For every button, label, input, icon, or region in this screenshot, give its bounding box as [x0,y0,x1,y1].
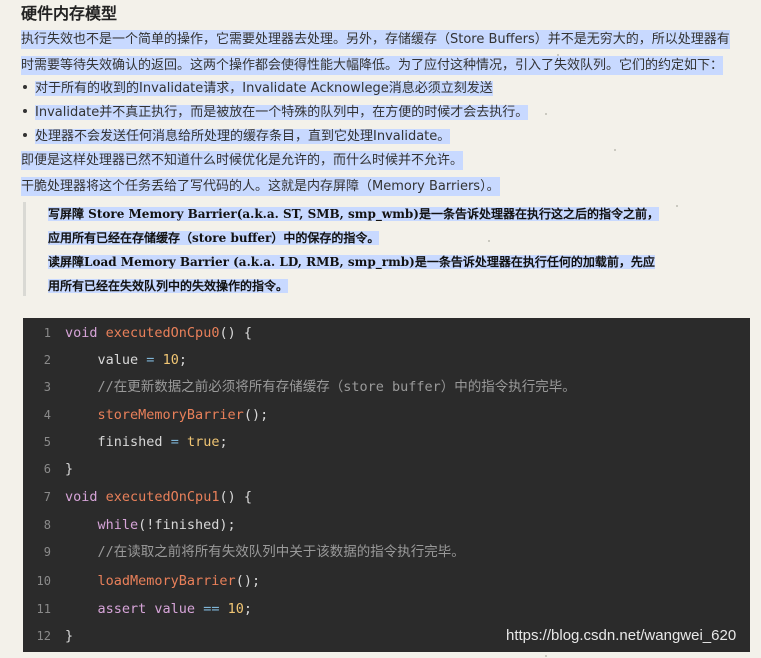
paragraph-line: 即便是这样处理器已然不知道什么时候优化是允许的，而什么时候并不允许。 [21,151,464,170]
quote-line: 用所有已经在失效队列中的失效操作的指令。 [48,279,289,293]
watermark: https://blog.csdn.net/wangwei_620 [506,627,737,644]
speck [545,113,547,115]
line-number: 6 [43,462,51,476]
code-line: 11 assert value == 10; [23,596,750,623]
code-block[interactable]: 1 void executedOnCpu0() { 2 value = 10; … [23,318,750,652]
bullet-dot [23,133,27,137]
line-number: 5 [43,435,51,449]
list-item: Invalidate并不真正执行，而是被放在一个特殊的队列中，在方便的时候才会去… [21,102,529,124]
line-number: 3 [43,380,51,394]
list-item: 处理器不会发送任何消息给所处理的缓存条目，直到它处理Invalidate。 [21,126,451,148]
bullet-dot [23,85,27,89]
line-number: 12 [36,629,51,643]
code-line: 9 //在读取之前将所有失效队列中关于该数据的指令执行完毕。 [23,539,750,566]
line-number: 10 [36,574,51,588]
quote-line: 应用所有已经在存储缓存（store buffer）中的保存的指令。 [48,231,380,245]
blockquote: 写屏障 Store Memory Barrier(a.k.a. ST, SMB,… [23,202,748,296]
code-line: 7 void executedOnCpu1() { [23,484,750,511]
line-number: 9 [43,545,51,559]
code-line: 1 void executedOnCpu0() { [23,320,750,347]
code-line: 4 storeMemoryBarrier(); [23,402,750,429]
code-line: 3 //在更新数据之前必须将所有存储缓存（store buffer）中的指令执行… [23,374,750,401]
code-line: 10 loadMemoryBarrier(); [23,568,750,595]
line-number: 2 [43,353,51,367]
paragraph-line: 执行失效也不是一个简单的操作，它需要处理器去处理。另外，存储缓存（Store B… [21,30,730,49]
code-line: 6 } [23,456,750,483]
line-number: 7 [43,490,51,504]
quote-line: 写屏障 Store Memory Barrier(a.k.a. ST, SMB,… [48,207,659,221]
paragraph-line: 干脆处理器将这个任务丢给了写代码的人。这就是内存屏障（Memory Barrie… [21,177,500,196]
section-title: 硬件内存模型 [21,4,118,23]
speck [614,149,616,151]
code-line: 8 while(!finished); [23,512,750,539]
line-number: 1 [43,326,51,340]
paragraph-line: 时需要等待失效确认的返回。这两个操作都会使得性能大幅降低。为了应付这种情况，引入… [21,56,724,75]
speck [545,655,547,657]
code-line: 5 finished = true; [23,429,750,456]
list-item: 对于所有的收到的Invalidate请求，Invalidate Acknowle… [21,78,493,100]
line-number: 11 [36,602,51,616]
bullet-dot [23,109,27,113]
line-number: 8 [43,518,51,532]
code-line: 2 value = 10; [23,347,750,374]
line-number: 4 [43,408,51,422]
quote-line: 读屏障Load Memory Barrier (a.k.a. LD, RMB, … [48,255,655,269]
